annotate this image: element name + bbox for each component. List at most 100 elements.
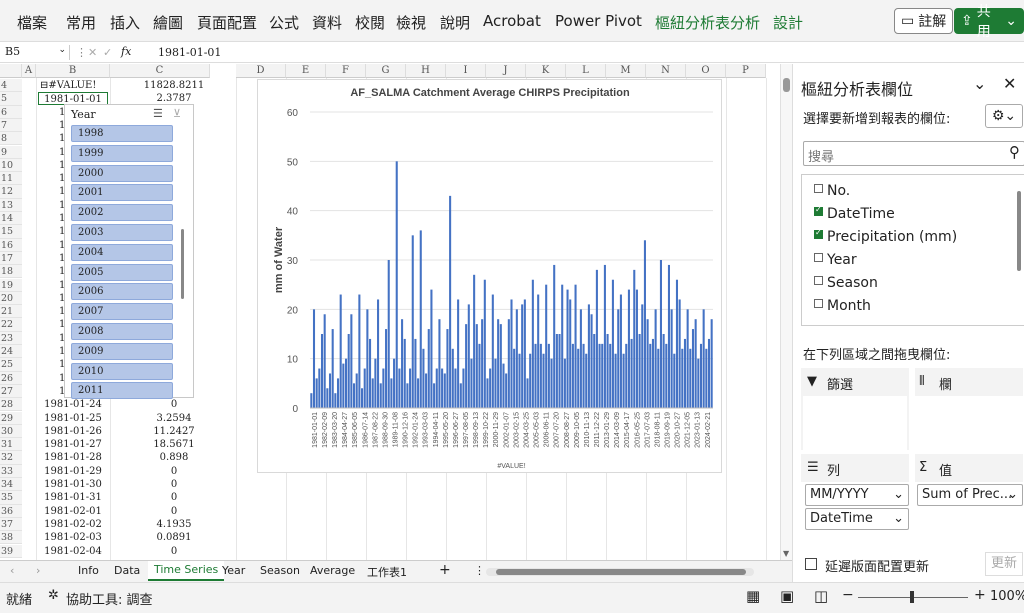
enter-icon[interactable]: ✓ xyxy=(103,46,112,59)
chart-bar[interactable] xyxy=(387,260,390,408)
column-header[interactable] xyxy=(0,64,22,78)
chart-bar[interactable] xyxy=(422,348,425,408)
slicer-item[interactable]: 2007 xyxy=(71,303,173,321)
field-checkbox[interactable] xyxy=(814,205,823,216)
chart-bar[interactable] xyxy=(489,368,492,408)
row-header[interactable]: 21 xyxy=(0,305,22,319)
chart-bar[interactable] xyxy=(697,358,700,408)
normal-view-icon[interactable]: ▦ xyxy=(746,587,760,605)
chart-bar[interactable] xyxy=(699,343,703,408)
field-checkbox[interactable] xyxy=(814,183,823,193)
cell-date[interactable]: 1981-01-30 xyxy=(38,478,108,491)
chart-bar[interactable] xyxy=(377,299,380,408)
chart-bar[interactable] xyxy=(694,319,697,408)
filters-area[interactable]: ▼ 篩選 xyxy=(801,368,909,450)
row-header[interactable]: 33 xyxy=(0,464,22,478)
chart-bar[interactable] xyxy=(545,284,548,408)
chart-bar[interactable] xyxy=(627,289,630,408)
chart-bar[interactable] xyxy=(681,348,684,408)
chart-bar[interactable] xyxy=(425,373,428,408)
chart-bar[interactable] xyxy=(457,299,460,408)
cell-value[interactable]: 4.1935 xyxy=(138,518,210,531)
chart-bar[interactable] xyxy=(553,264,556,408)
cell-value[interactable]: 0.0891 xyxy=(138,531,210,544)
chart-bar[interactable] xyxy=(614,353,617,408)
chevron-down-icon[interactable]: ⌄ xyxy=(893,509,904,529)
column-header[interactable]: K xyxy=(526,64,566,78)
chart-bar[interactable] xyxy=(673,353,676,408)
chart-bar[interactable] xyxy=(625,343,628,408)
sheet-tab[interactable]: Info xyxy=(78,564,99,577)
cell-b4[interactable]: ⊟#VALUE! xyxy=(38,79,108,92)
close-icon[interactable]: ✕ xyxy=(1003,74,1016,93)
chart-bar[interactable] xyxy=(401,319,404,408)
ribbon-tab[interactable]: 插入 xyxy=(110,12,140,33)
chart-bar[interactable] xyxy=(462,368,465,408)
row-header[interactable]: 32 xyxy=(0,451,22,465)
chart-bar[interactable] xyxy=(430,289,433,408)
ribbon-context-tab[interactable]: 設計 xyxy=(773,12,803,33)
chart-bar[interactable] xyxy=(486,378,489,408)
slicer-item[interactable]: 2011 xyxy=(71,382,173,400)
field-list-scrollbar[interactable] xyxy=(1017,191,1021,271)
chart-bar[interactable] xyxy=(355,373,358,408)
column-header[interactable]: O xyxy=(686,64,726,78)
ribbon-tab[interactable]: 校閱 xyxy=(355,12,385,33)
multi-select-icon[interactable]: ☰ xyxy=(153,107,163,120)
row-header[interactable]: 25 xyxy=(0,358,22,372)
chart-bar[interactable] xyxy=(395,161,398,408)
cell-value[interactable]: 0 xyxy=(138,545,210,558)
chart-bar[interactable] xyxy=(336,378,340,408)
chart-bar[interactable] xyxy=(518,353,521,408)
chart-bar[interactable] xyxy=(451,348,454,408)
column-header[interactable]: E xyxy=(286,64,326,78)
scroll-thumb[interactable] xyxy=(783,78,790,92)
cell-date[interactable]: 1981-01-29 xyxy=(38,465,108,478)
chart-bar[interactable] xyxy=(491,294,494,408)
slicer-scrollbar[interactable] xyxy=(181,229,184,299)
cell-value[interactable]: 0 xyxy=(138,491,210,504)
field-list[interactable]: No. DateTime Precipitation (mm) Year Season M… xyxy=(801,174,1024,326)
chart-bar[interactable] xyxy=(473,274,476,408)
chart-bar[interactable] xyxy=(427,329,430,408)
horizontal-scrollbar[interactable] xyxy=(486,568,754,576)
cell-value[interactable]: 0 xyxy=(138,505,210,518)
row-header[interactable]: 17 xyxy=(0,251,22,266)
chart-bar[interactable] xyxy=(523,299,526,408)
field-checkbox[interactable] xyxy=(814,275,823,285)
ribbon-context-tab[interactable]: 樞紐分析表分析 xyxy=(655,12,760,33)
chart-bar[interactable] xyxy=(406,383,409,408)
chart-bar[interactable] xyxy=(643,240,646,408)
column-header[interactable]: J xyxy=(486,64,526,78)
chart-bar[interactable] xyxy=(657,348,660,408)
zoom-out-icon[interactable]: − xyxy=(842,587,854,603)
sheet-tab[interactable]: Year xyxy=(222,564,245,577)
row-header[interactable]: 26 xyxy=(0,371,22,385)
chart-bar[interactable] xyxy=(441,368,444,408)
precipitation-chart[interactable]: AF_SALMA Catchment Average CHIRPS Precip… xyxy=(257,79,722,473)
sheet-tab[interactable]: 工作表1 xyxy=(367,564,407,580)
columns-area[interactable]: ⦀ 欄 xyxy=(915,368,1024,450)
chart-bar[interactable] xyxy=(611,279,614,408)
chart-bar[interactable] xyxy=(619,294,622,408)
chart-bar[interactable] xyxy=(374,358,377,408)
chart-bar[interactable] xyxy=(315,378,318,408)
accessibility-status[interactable]: 協助工具: 調查 xyxy=(66,589,153,608)
chart-bar[interactable] xyxy=(353,383,356,408)
row-header[interactable]: 29 xyxy=(0,411,22,425)
row-header[interactable]: 31 xyxy=(0,438,22,452)
chart-bar[interactable] xyxy=(659,260,662,408)
column-header[interactable]: L xyxy=(566,64,606,78)
ribbon-tab[interactable]: 說明 xyxy=(440,12,470,33)
chart-bar[interactable] xyxy=(574,284,577,408)
slicer-item[interactable]: 2006 xyxy=(71,283,173,301)
chart-bar[interactable] xyxy=(691,329,695,408)
chart-bar[interactable] xyxy=(569,299,572,408)
share-button[interactable]: ⇪ 共用 ⌄ xyxy=(954,4,1024,40)
chart-bar[interactable] xyxy=(550,358,553,408)
cell-value[interactable]: 0 xyxy=(138,398,210,411)
chart-bar[interactable] xyxy=(590,314,593,408)
chart-bar[interactable] xyxy=(662,334,665,408)
chart-bar[interactable] xyxy=(638,334,641,408)
chevron-down-icon[interactable]: ⌄ xyxy=(1007,485,1018,505)
